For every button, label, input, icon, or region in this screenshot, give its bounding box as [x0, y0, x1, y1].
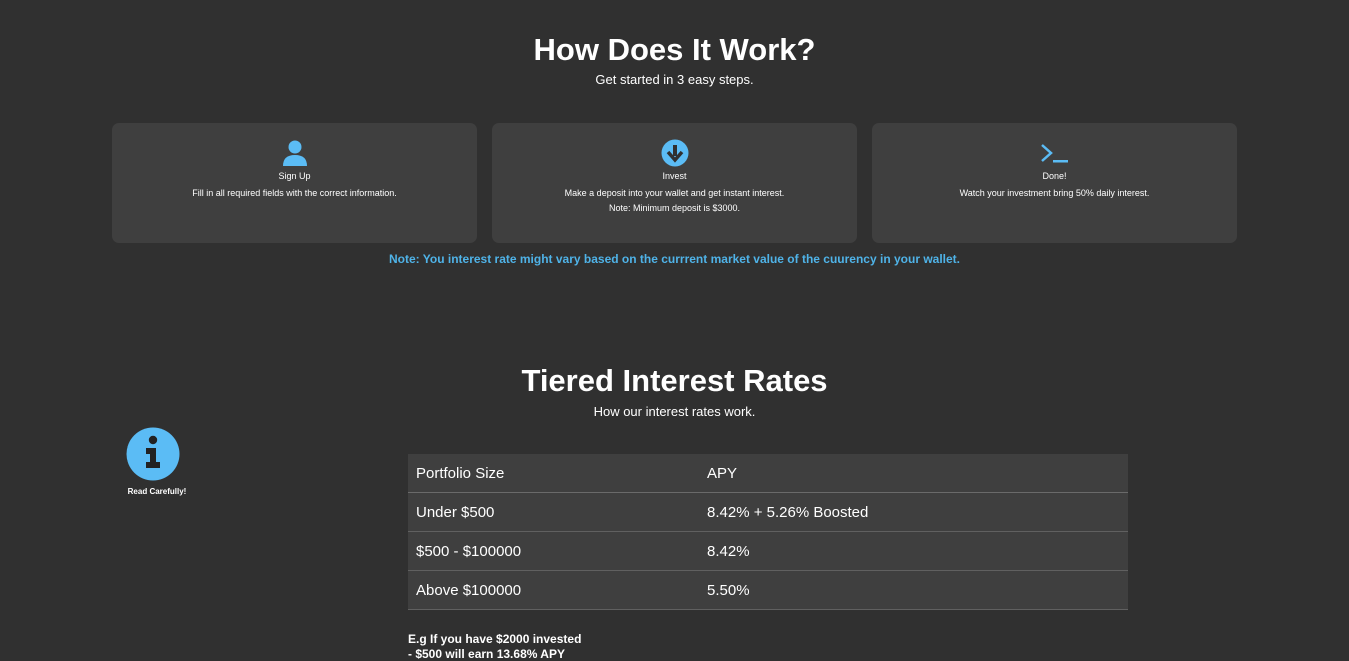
step-card-sign-up: Sign Up Fill in all required fields with…: [112, 123, 477, 243]
example-line: E.g If you have $2000 invested: [408, 632, 582, 646]
header-portfolio-size: Portfolio Size: [408, 454, 699, 493]
read-carefully-label: Read Carefully!: [127, 487, 187, 496]
step-card-invest: Invest Make a deposit into your wallet a…: [492, 123, 857, 243]
how-it-works-subtitle: Get started in 3 easy steps.: [595, 72, 754, 87]
example-line: - $500 will earn 13.68% APY: [408, 647, 565, 661]
portfolio-size-cell: Under $500: [408, 492, 699, 532]
tiered-rates-subtitle: How our interest rates work.: [593, 404, 756, 419]
how-it-works-title: How Does It Work?: [533, 32, 816, 67]
table-row: $500 - $100000 8.42%: [408, 531, 1128, 571]
portfolio-size-cell: Above $100000: [408, 570, 699, 610]
info-icon: [126, 427, 180, 481]
step-description-note: Note: Minimum deposit is $3000.: [608, 203, 741, 213]
apy-cell: 8.42% + 5.26% Boosted: [699, 492, 1128, 532]
step-title: Done!: [1042, 171, 1067, 181]
interest-note: Note: You interest rate might vary based…: [388, 252, 961, 266]
page: How Does It Work? Get started in 3 easy …: [0, 0, 1349, 661]
step-description: Watch your investment bring 50% daily in…: [959, 188, 1150, 198]
user-icon: [282, 140, 307, 166]
table-row: Above $100000 5.50%: [408, 570, 1128, 610]
arrow-down-circle-icon: [661, 139, 688, 167]
terminal-icon: [1040, 144, 1068, 163]
interest-rates-table: Portfolio Size APY Under $500 8.42% + 5.…: [408, 454, 1128, 610]
table-header-row: Portfolio Size APY: [408, 454, 1128, 493]
step-description: Make a deposit into your wallet and get …: [492, 186, 857, 216]
example-text: E.g If you have $2000 invested - $500 wi…: [408, 632, 581, 661]
step-card-done: Done! Watch your investment bring 50% da…: [872, 123, 1237, 243]
step-description: Fill in all required fields with the cor…: [192, 188, 397, 198]
header-apy: APY: [699, 454, 1128, 493]
step-title: Sign Up: [278, 171, 311, 181]
step-title: Invest: [662, 171, 687, 181]
table-row: Under $500 8.42% + 5.26% Boosted: [408, 492, 1128, 532]
apy-cell: 5.50%: [699, 570, 1128, 610]
tiered-rates-title: Tiered Interest Rates: [521, 363, 828, 398]
portfolio-size-cell: $500 - $100000: [408, 531, 699, 571]
step-description-line: Make a deposit into your wallet and get …: [564, 188, 785, 198]
apy-cell: 8.42%: [699, 531, 1128, 571]
